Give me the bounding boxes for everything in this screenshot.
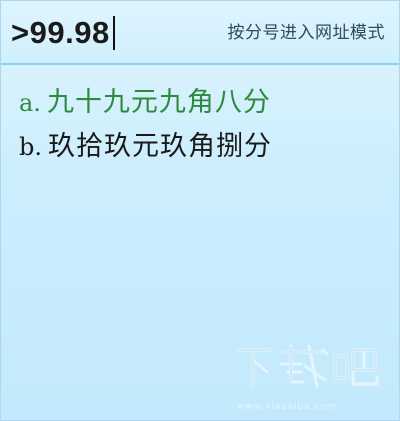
- watermark: www.xiazaiba.com: [231, 342, 381, 412]
- candidate-item-b[interactable]: b. 玖拾玖元玖角捌分: [19, 125, 389, 169]
- candidate-item-a[interactable]: a. 九十九元九角八分: [19, 81, 389, 125]
- ime-candidate-window: >99.98 按分号进入网址模式 a. 九十九元九角八分 b. 玖拾玖元玖角捌分: [0, 0, 400, 421]
- composition-text: >99.98: [11, 15, 110, 50]
- candidate-index: a.: [19, 89, 41, 117]
- text-caret-icon: [112, 16, 115, 50]
- ime-header: >99.98 按分号进入网址模式: [1, 1, 399, 65]
- candidate-index: b.: [19, 133, 42, 161]
- candidate-list: a. 九十九元九角八分 b. 玖拾玖元玖角捌分: [19, 81, 389, 169]
- candidate-text: 九十九元九角八分: [46, 87, 271, 118]
- watermark-url: www.xiazaiba.com: [237, 402, 337, 412]
- xiazaiba-logo-icon: [235, 344, 379, 388]
- composition-area[interactable]: >99.98: [11, 11, 115, 55]
- url-mode-hint: 按分号进入网址模式: [227, 23, 385, 43]
- candidate-text: 玖拾玖元玖角捌分: [48, 131, 272, 162]
